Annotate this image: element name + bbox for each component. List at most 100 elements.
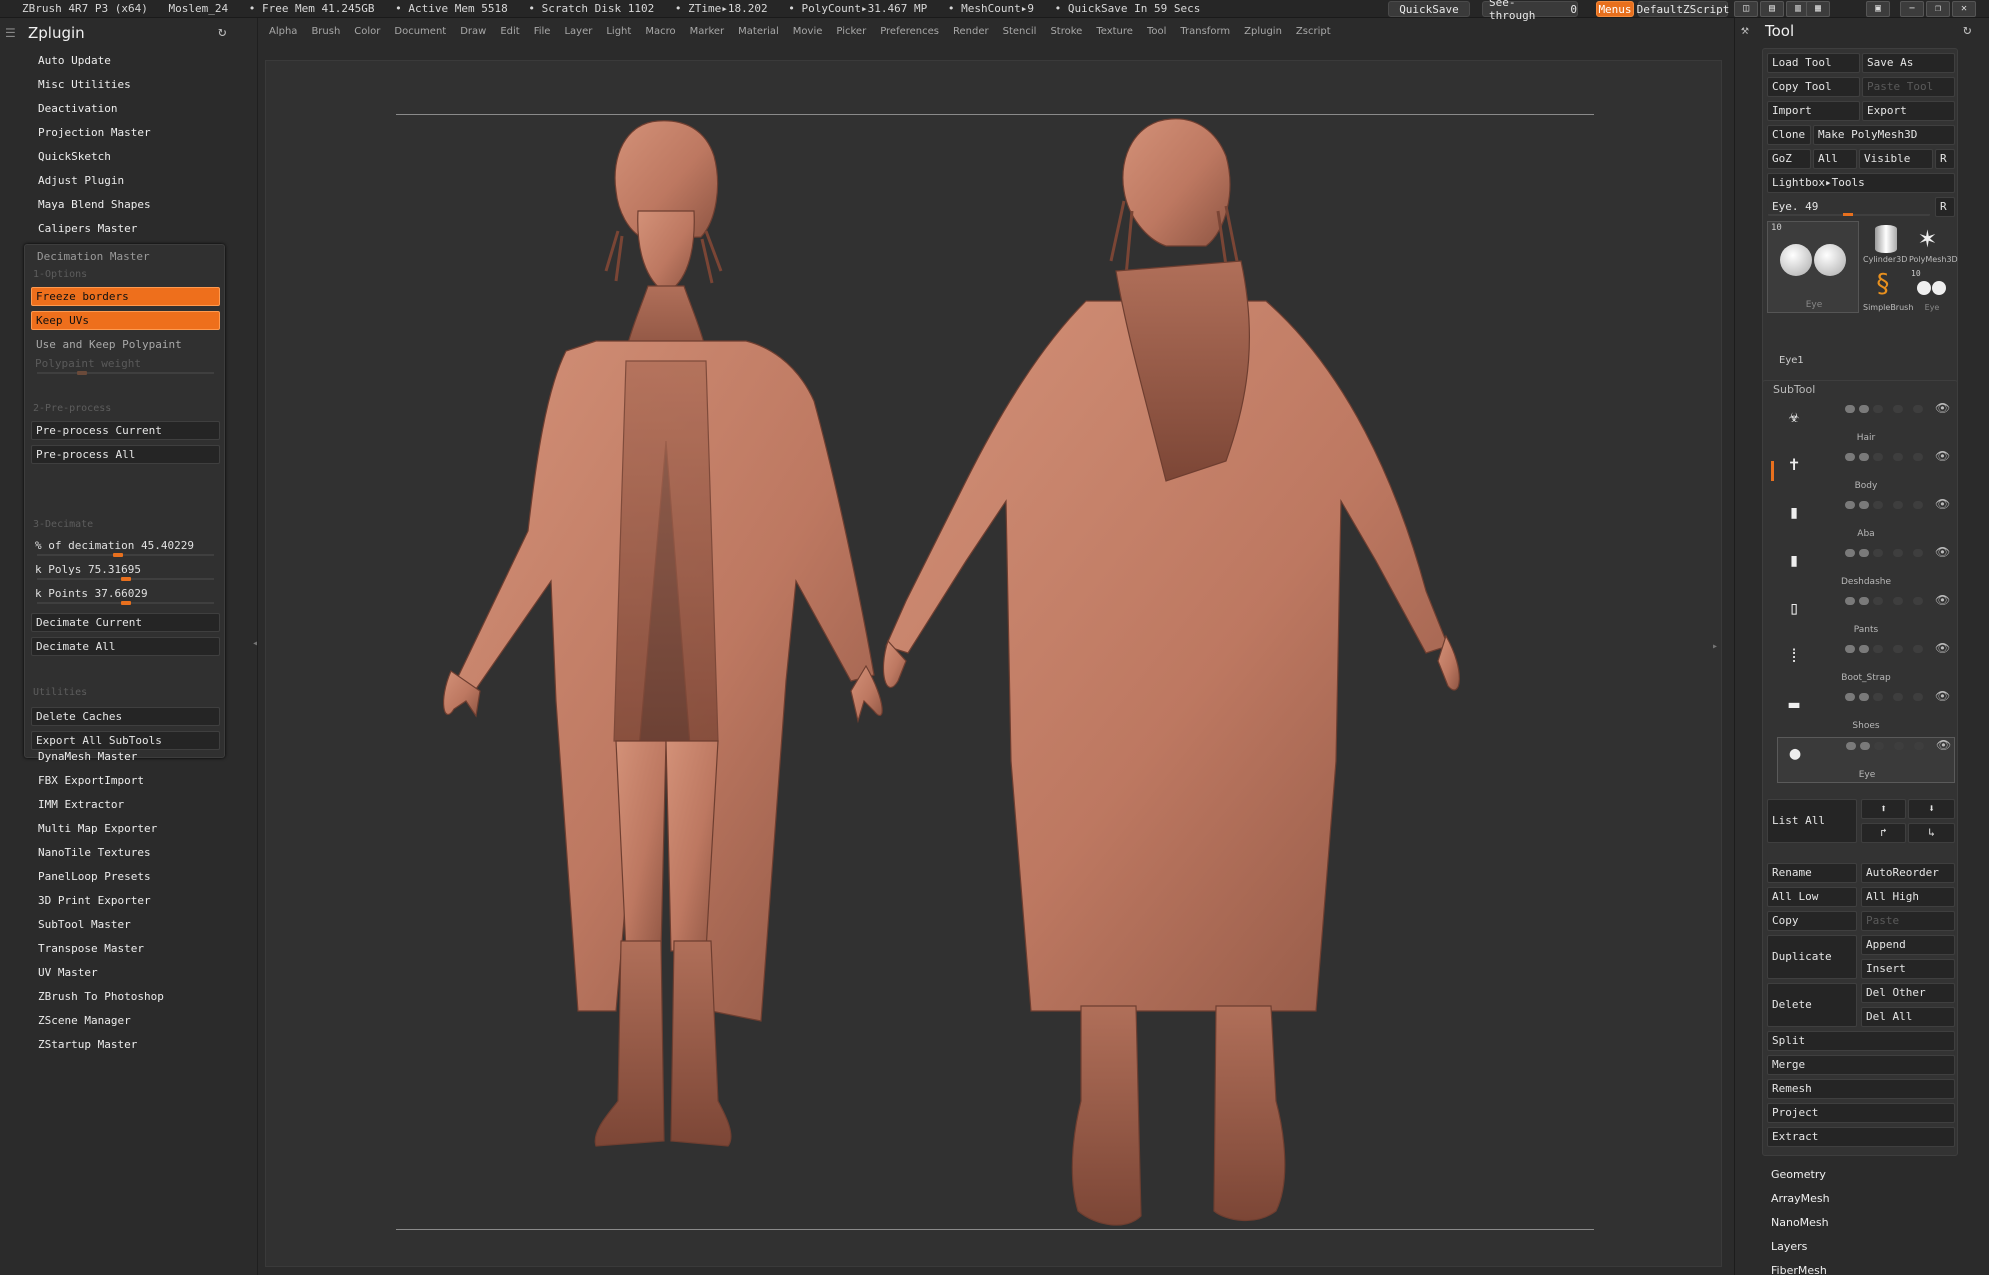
use-keep-polypaint-toggle[interactable]: Use and Keep Polypaint bbox=[31, 335, 220, 354]
polyframe-toggle-icon[interactable] bbox=[1845, 693, 1855, 701]
solo-toggle-icon[interactable] bbox=[1860, 742, 1870, 750]
plugin-maya-blend-shapes[interactable]: Maya Blend Shapes bbox=[38, 198, 151, 211]
subtool-option-icon[interactable] bbox=[1873, 405, 1883, 413]
section-arraymesh[interactable]: ArrayMesh bbox=[1771, 1192, 1830, 1205]
plugin-deactivation[interactable]: Deactivation bbox=[38, 102, 117, 115]
solo-toggle-icon[interactable] bbox=[1859, 453, 1869, 461]
plugin-auto-update[interactable]: Auto Update bbox=[38, 54, 111, 67]
move-up-icon[interactable]: ⬆ bbox=[1861, 799, 1906, 819]
subtool-option-icon[interactable] bbox=[1894, 742, 1904, 750]
see-through-slider[interactable]: See-through 0 bbox=[1482, 0, 1578, 22]
polyframe-toggle-icon[interactable] bbox=[1845, 453, 1855, 461]
menu-file[interactable]: File bbox=[527, 24, 558, 40]
subtool-option-icon[interactable] bbox=[1873, 597, 1883, 605]
insert-button[interactable]: Insert bbox=[1861, 959, 1955, 979]
menu-alpha[interactable]: Alpha bbox=[262, 24, 304, 40]
subtool-option-icon[interactable] bbox=[1913, 453, 1923, 461]
freeze-borders-toggle[interactable]: Freeze borders bbox=[31, 287, 220, 306]
menu-texture[interactable]: Texture bbox=[1089, 24, 1140, 40]
grip-icon[interactable]: ☰ bbox=[5, 26, 19, 40]
save-as-button[interactable]: Save As bbox=[1862, 53, 1955, 73]
menu-picker[interactable]: Picker bbox=[829, 24, 873, 40]
subtool-option-icon[interactable] bbox=[1874, 742, 1884, 750]
subtool-option-icon[interactable] bbox=[1873, 645, 1883, 653]
menu-edit[interactable]: Edit bbox=[493, 24, 526, 40]
decimate-all-button[interactable]: Decimate All bbox=[31, 637, 220, 656]
decimation-title[interactable]: Decimation Master bbox=[37, 250, 150, 263]
copy-subtool-button[interactable]: Copy bbox=[1767, 911, 1857, 931]
merge-button[interactable]: Merge bbox=[1767, 1055, 1955, 1075]
solo-toggle-icon[interactable] bbox=[1859, 693, 1869, 701]
autoreorder-button[interactable]: AutoReorder bbox=[1861, 863, 1955, 883]
subtool-row-aba[interactable]: ▮ 👁 Aba bbox=[1777, 497, 1955, 543]
split-button[interactable]: Split bbox=[1767, 1031, 1955, 1051]
plugin-uv-master[interactable]: UV Master bbox=[38, 966, 98, 979]
subtool-option-icon[interactable] bbox=[1893, 549, 1903, 557]
subtool-option-icon[interactable] bbox=[1873, 453, 1883, 461]
visibility-eye-icon[interactable]: 👁 bbox=[1936, 738, 1951, 752]
move-right-down-icon[interactable]: ↳ bbox=[1908, 823, 1955, 843]
lock-icon[interactable]: ▣ bbox=[1866, 1, 1890, 17]
subtool-title[interactable]: SubTool bbox=[1773, 383, 1815, 396]
subtool-option-icon[interactable] bbox=[1893, 453, 1903, 461]
delete-caches-button[interactable]: Delete Caches bbox=[31, 707, 220, 726]
goz-r-button[interactable]: R bbox=[1935, 149, 1955, 169]
menu-marker[interactable]: Marker bbox=[683, 24, 732, 40]
plugin-adjust-plugin[interactable]: Adjust Plugin bbox=[38, 174, 124, 187]
subtool-option-icon[interactable] bbox=[1893, 693, 1903, 701]
preprocess-all-button[interactable]: Pre-process All bbox=[31, 445, 220, 464]
visibility-eye-icon[interactable]: 👁 bbox=[1935, 545, 1950, 559]
eye-slider-knob[interactable] bbox=[1843, 213, 1853, 216]
subtool-option-icon[interactable] bbox=[1913, 501, 1923, 509]
paste-tool-button[interactable]: Paste Tool bbox=[1862, 77, 1955, 97]
plugin-zbrush-to-photoshop[interactable]: ZBrush To Photoshop bbox=[38, 990, 164, 1003]
subtool-scrollbar[interactable] bbox=[1771, 461, 1774, 481]
subtool-row-deshdashe[interactable]: ▮ 👁 Deshdashe bbox=[1777, 545, 1955, 591]
copy-tool-button[interactable]: Copy Tool bbox=[1767, 77, 1860, 97]
solo-toggle-icon[interactable] bbox=[1859, 549, 1869, 557]
visibility-eye-icon[interactable]: 👁 bbox=[1935, 689, 1950, 703]
layout2-icon[interactable]: ▤ bbox=[1760, 1, 1784, 17]
kpoints-knob[interactable] bbox=[121, 601, 131, 605]
section-geometry[interactable]: Geometry bbox=[1771, 1168, 1826, 1181]
subtool-option-icon[interactable] bbox=[1913, 693, 1923, 701]
menu-color[interactable]: Color bbox=[347, 24, 387, 40]
plugin-nanotile-textures[interactable]: NanoTile Textures bbox=[38, 846, 151, 859]
menu-stencil[interactable]: Stencil bbox=[996, 24, 1044, 40]
del-other-button[interactable]: Del Other bbox=[1861, 983, 1955, 1003]
subtool-option-icon[interactable] bbox=[1893, 501, 1903, 509]
quicksave-button[interactable]: QuickSave bbox=[1388, 1, 1470, 17]
decimation-percent-knob[interactable] bbox=[113, 553, 123, 557]
plugin-calipers-master[interactable]: Calipers Master bbox=[38, 222, 137, 235]
canvas-viewport[interactable]: ▸ bbox=[265, 60, 1722, 1267]
plugin-zscene-manager[interactable]: ZScene Manager bbox=[38, 1014, 131, 1027]
close-icon[interactable]: ✕ bbox=[1952, 1, 1976, 17]
import-button[interactable]: Import bbox=[1767, 101, 1860, 121]
decimation-percent-slider[interactable]: % of decimation 45.40229 bbox=[31, 537, 220, 557]
solo-toggle-icon[interactable] bbox=[1859, 405, 1869, 413]
menu-material[interactable]: Material bbox=[731, 24, 786, 40]
subtool-row-hair[interactable]: ☣ 👁 Hair bbox=[1777, 401, 1955, 447]
menus-button[interactable]: Menus bbox=[1596, 1, 1634, 17]
load-tool-button[interactable]: Load Tool bbox=[1767, 53, 1860, 73]
subtool-option-icon[interactable] bbox=[1913, 549, 1923, 557]
menu-draw[interactable]: Draw bbox=[453, 24, 493, 40]
plugin-transpose-master[interactable]: Transpose Master bbox=[38, 942, 144, 955]
clone-button[interactable]: Clone bbox=[1767, 125, 1811, 145]
preprocess-current-button[interactable]: Pre-process Current bbox=[31, 421, 220, 440]
goz-all-button[interactable]: All bbox=[1813, 149, 1857, 169]
plugin-3d-print-exporter[interactable]: 3D Print Exporter bbox=[38, 894, 151, 907]
subtool-option-icon[interactable] bbox=[1873, 549, 1883, 557]
section-nanomesh[interactable]: NanoMesh bbox=[1771, 1216, 1829, 1229]
export-button[interactable]: Export bbox=[1862, 101, 1955, 121]
simplebrush-thumb[interactable]: § SimpleBrush bbox=[1863, 269, 1913, 315]
menu-layer[interactable]: Layer bbox=[557, 24, 599, 40]
subtool-row-shoes[interactable]: ▬ 👁 Shoes bbox=[1777, 689, 1955, 735]
subtool-option-icon[interactable] bbox=[1914, 742, 1924, 750]
project-button[interactable]: Project bbox=[1767, 1103, 1955, 1123]
paste-subtool-button[interactable]: Paste bbox=[1861, 911, 1955, 931]
goz-button[interactable]: GoZ bbox=[1767, 149, 1811, 169]
subtool-option-icon[interactable] bbox=[1873, 501, 1883, 509]
lightbox-tools-button[interactable]: Lightbox▸Tools bbox=[1767, 173, 1955, 193]
extract-button[interactable]: Extract bbox=[1767, 1127, 1955, 1147]
